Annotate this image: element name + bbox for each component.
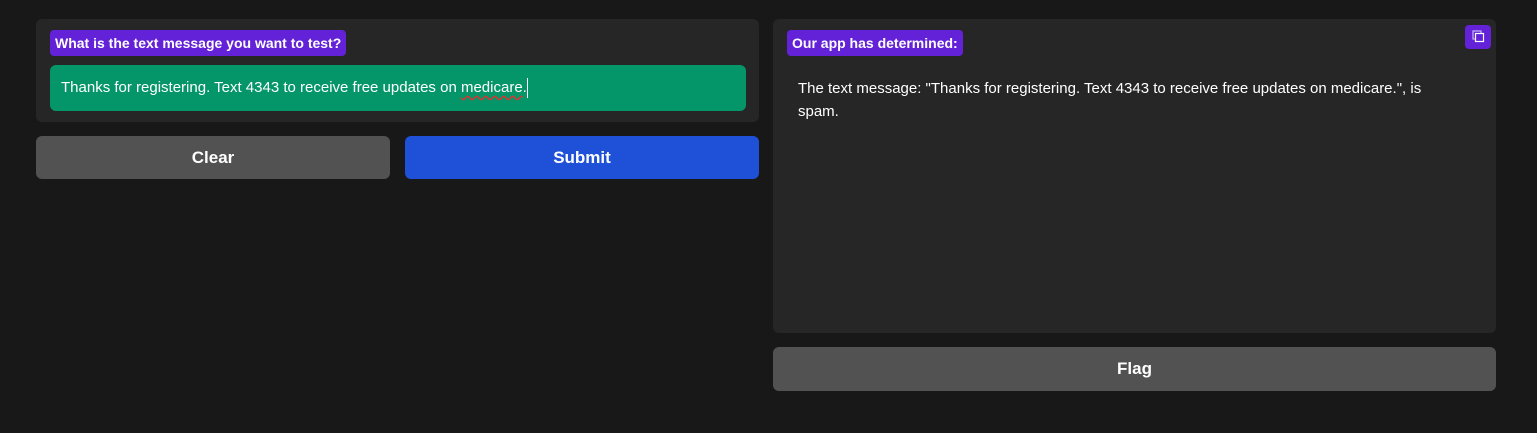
output-text: The text message: "Thanks for registerin… bbox=[798, 80, 1422, 120]
copy-icon bbox=[1472, 30, 1485, 43]
output-label: Our app has determined: bbox=[787, 30, 963, 56]
text-message-input[interactable]: Thanks for registering. Text 4343 to rec… bbox=[50, 65, 746, 111]
text-caret bbox=[526, 78, 528, 99]
input-text: Thanks for registering. Text 4343 to rec… bbox=[61, 79, 461, 96]
copy-button[interactable] bbox=[1465, 25, 1491, 49]
output-panel bbox=[773, 19, 1496, 333]
input-text-misspelled: medicare bbox=[460, 79, 523, 96]
input-label: What is the text message you want to tes… bbox=[50, 30, 347, 56]
clear-button[interactable]: Clear bbox=[36, 136, 390, 179]
flag-button[interactable]: Flag bbox=[773, 347, 1496, 391]
submit-button[interactable]: Submit bbox=[405, 136, 759, 179]
